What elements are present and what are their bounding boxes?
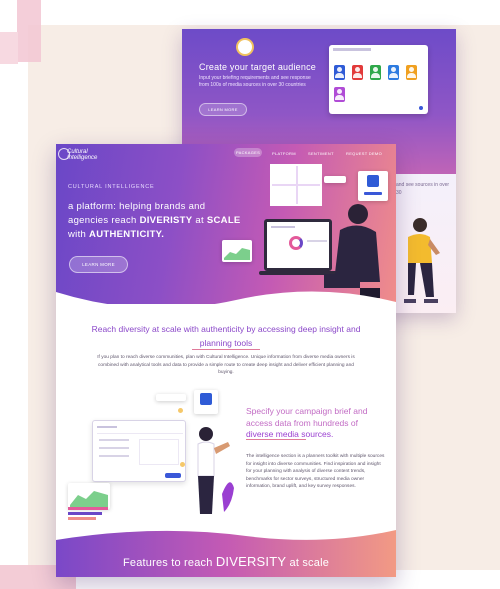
back-learn-more-button[interactable]: LEARN MORE	[199, 103, 247, 116]
form-field	[99, 439, 129, 441]
tag-card	[324, 176, 346, 183]
form-field	[99, 447, 129, 449]
brief-form-card	[92, 420, 186, 482]
avatar-icon[interactable]	[352, 65, 363, 80]
form-panel	[139, 439, 179, 465]
hero-kicker: CULTURAL INTELLIGENCE	[68, 184, 155, 190]
brief-avatar-icon	[200, 393, 212, 405]
hero-learn-more-button[interactable]: LEARN MORE	[69, 256, 128, 273]
decor-block-top-small	[0, 32, 18, 64]
features-title-bold: DIVERSITY	[215, 554, 287, 569]
nav-platform[interactable]: PLATFORM	[272, 151, 296, 156]
features-title-part-2: at scale	[286, 557, 330, 569]
features-title: Features to reach DIVERSITY at scale	[56, 554, 396, 569]
features-title-part-1: Features to reach	[122, 557, 216, 569]
avatar-icon[interactable]	[334, 87, 345, 102]
woman-standing-illustration	[197, 427, 234, 514]
legend-bar	[68, 512, 102, 515]
hero-title-part-4: with	[68, 229, 90, 240]
trend-chart-card	[68, 483, 110, 509]
front-page-mockup: Cultural Intelligence PACKAGES PLATFORM …	[56, 144, 396, 577]
legend-bar	[68, 507, 108, 510]
donut-chart-icon	[289, 236, 303, 250]
back-side-text: and see sources in over 30	[396, 182, 450, 196]
legend-bar	[68, 517, 96, 520]
hero-title-part-2: agencies reach	[68, 215, 140, 226]
section-body: If you plan to reach diverse communities…	[97, 355, 355, 375]
profile-card	[358, 171, 388, 201]
hero-wave	[56, 291, 396, 322]
hero-title-bold-2: SCALE	[206, 215, 241, 226]
spec-body: The intelligence section is a planners t…	[246, 454, 385, 490]
audience-panel	[329, 45, 428, 114]
nav-sentiment[interactable]: SENTIMENT	[308, 151, 334, 156]
nav-packages[interactable]: PACKAGES	[234, 148, 262, 157]
avatar-icon[interactable]	[406, 65, 417, 80]
connector-dot-icon	[178, 408, 183, 413]
filter-pill	[156, 394, 186, 401]
hero-title-part-3: at	[192, 215, 204, 226]
spec-title: Specify your campaign brief and access d…	[246, 406, 381, 441]
back-logo-icon	[236, 38, 254, 56]
headline-underline	[192, 349, 260, 350]
panel-dot-icon	[419, 106, 423, 110]
window-illustration	[270, 164, 322, 206]
spec-title-part: Specify your campaign brief and access d…	[246, 406, 368, 428]
profile-button-bar	[364, 192, 382, 195]
form-header-bar	[97, 426, 117, 428]
back-page-title: Create your target audience	[199, 62, 316, 72]
logo-line-2: Intelligence	[67, 155, 98, 161]
logo[interactable]: Cultural Intelligence	[67, 149, 97, 161]
connector-dot-icon	[180, 462, 185, 467]
back-page-description: Input your briefing requirements and see…	[199, 75, 311, 88]
screen-bar	[271, 226, 295, 228]
hero-title-part-1: a platform: helping brands and	[68, 201, 206, 212]
showcase-stage: Create your target audience Input your b…	[0, 0, 500, 589]
nav-request-demo[interactable]: REQUEST DEMO	[346, 151, 382, 156]
avatar-icon[interactable]	[334, 65, 345, 80]
spec-title-bold: diverse media sources.	[246, 429, 334, 439]
form-divider	[97, 433, 183, 434]
trend-chart-icon	[70, 491, 108, 507]
hero-title-bold-3: AUTHENTICITY.	[89, 229, 165, 240]
spec-underline	[246, 439, 306, 440]
avatar-icon[interactable]	[370, 65, 381, 80]
decor-block-top	[17, 0, 41, 62]
hero-title-bold-1: DIVERISTY	[139, 215, 193, 226]
form-submit-button[interactable]	[165, 473, 181, 478]
legend-bars	[68, 507, 110, 521]
brief-profile-card	[194, 390, 218, 414]
panel-header-bar	[333, 48, 371, 51]
section-headline: Reach diversity at scale with authentici…	[91, 324, 361, 348]
avatar-icon[interactable]	[388, 65, 399, 80]
form-field	[99, 455, 129, 457]
hero-title: a platform: helping brands and agencies …	[68, 200, 248, 242]
mini-chart-card	[222, 240, 252, 262]
person-illustration	[404, 218, 440, 303]
area-chart-icon	[224, 248, 250, 260]
profile-avatar-icon	[367, 175, 379, 187]
